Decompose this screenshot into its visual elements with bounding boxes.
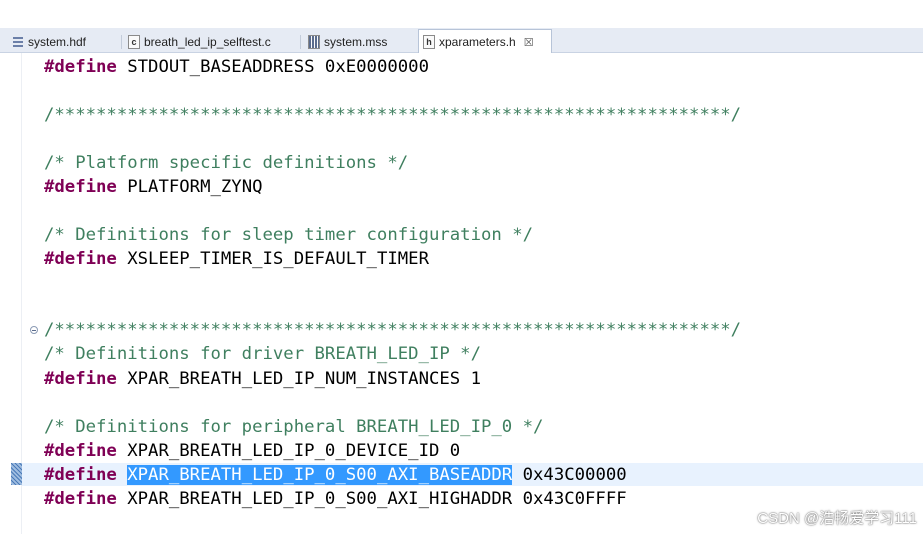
macro-text: XPAR_BREATH_LED_IP_0_DEVICE_ID 0 [116,441,461,461]
macro-text: PLATFORM_ZYNQ [116,177,263,197]
tab-label: breath_led_ip_selftest.c [144,34,271,49]
code-line: /***************************************… [44,319,741,341]
tab-system-hdf[interactable]: system.hdf [8,30,120,53]
code-line: /* Definitions for driver BREATH_LED_IP … [44,343,481,365]
define-keyword: #define [44,177,117,197]
code-line: #define XPAR_BREATH_LED_IP_NUM_INSTANCES… [44,368,481,390]
tab-breath-led-ip-selftest-c[interactable]: c breath_led_ip_selftest.c [124,30,296,53]
hdf-file-icon [12,34,24,49]
define-keyword: #define [44,489,117,509]
define-keyword: #define [44,249,117,269]
code-line: #define XPAR_BREATH_LED_IP_0_DEVICE_ID 0 [44,440,460,462]
tab-label: xparameters.h [439,35,516,49]
mss-file-icon [308,34,320,49]
tab-separator [300,35,301,49]
comment-text: /* Definitions for driver BREATH_LED_IP … [44,344,481,364]
h-file-icon: h [423,35,435,49]
watermark: CSDN @浩畅爱学习111 [757,510,917,527]
c-file-icon: c [128,34,140,49]
macro-text: XSLEEP_TIMER_IS_DEFAULT_TIMER [116,249,429,269]
comment-text: /***************************************… [44,320,742,340]
tab-label: system.mss [324,34,388,49]
code-line: /* Platform specific definitions */ [44,152,408,174]
define-keyword: #define [44,441,117,461]
tab-separator [121,35,122,49]
close-tab-icon[interactable]: ☒ [524,36,534,49]
code-editor[interactable]: #define STDOUT_BASEADDRESS 0xE0000000 /*… [0,53,923,534]
macro-value: 0x43C00000 [512,465,627,485]
tab-xparameters-h[interactable]: h xparameters.h ☒ [418,29,552,54]
code-line: #define PLATFORM_ZYNQ [44,176,263,198]
define-keyword: #define [44,57,117,77]
comment-text: /* Platform specific definitions */ [44,153,409,173]
editor-gutter [0,53,22,534]
code-line: /***************************************… [44,104,741,126]
code-line: /* Definitions for peripheral BREATH_LED… [44,416,543,438]
macro-text: XPAR_BREATH_LED_IP_NUM_INSTANCES 1 [116,369,481,389]
comment-text: /* Definitions for peripheral BREATH_LED… [44,417,544,437]
occurrence-marker [11,463,22,485]
tab-label: system.hdf [28,34,87,49]
macro-text: XPAR_BREATH_LED_IP_0_S00_AXI_HIGHADDR 0x… [116,489,627,509]
comment-text: /***************************************… [44,105,742,125]
window-top-area [0,0,923,28]
code-line: #define XPAR_BREATH_LED_IP_0_S00_AXI_HIG… [44,488,627,510]
tab-system-mss[interactable]: system.mss [304,30,412,53]
code-line: #define STDOUT_BASEADDRESS 0xE0000000 [44,56,429,78]
comment-text: /* Definitions for sleep timer configura… [44,225,533,245]
fold-collapse-icon[interactable] [30,326,38,334]
code-line: #define XSLEEP_TIMER_IS_DEFAULT_TIMER [44,248,429,270]
macro-text: STDOUT_BASEADDRESS 0xE0000000 [116,57,429,77]
define-keyword: #define [44,465,117,485]
selected-text[interactable]: XPAR_BREATH_LED_IP_0_S00_AXI_BASEADDR [127,465,513,485]
code-line: #define XPAR_BREATH_LED_IP_0_S00_AXI_BAS… [44,464,627,486]
code-line: /* Definitions for sleep timer configura… [44,224,533,246]
editor-tab-bar: system.hdf c breath_led_ip_selftest.c sy… [0,28,923,54]
define-keyword: #define [44,369,117,389]
